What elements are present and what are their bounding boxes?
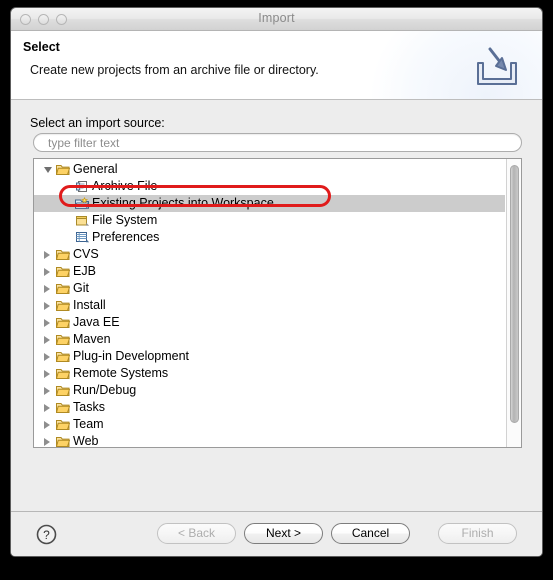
chevron-right-icon[interactable] (44, 438, 50, 446)
wizard-header: Select Create new projects from an archi… (11, 31, 542, 100)
tree-item-label: Remote Systems (73, 366, 169, 380)
window-title: Import (258, 11, 295, 25)
tree-item[interactable]: Maven (34, 331, 505, 348)
finish-button[interactable]: Finish (438, 523, 517, 544)
folder-open-icon (56, 333, 70, 346)
folder-open-icon (56, 248, 70, 261)
folder-open-icon (56, 384, 70, 397)
tree-item[interactable]: Preferences (34, 229, 505, 246)
tree-item-label: Run/Debug (73, 383, 137, 397)
page-description: Create new projects from an archive file… (30, 63, 319, 77)
folder-open-icon (56, 367, 70, 380)
filter-text-field[interactable] (33, 133, 522, 152)
tree-item-label: Install (73, 298, 106, 312)
tree-item-label: Git (73, 281, 89, 295)
tree-scrollbar[interactable] (506, 159, 521, 447)
file-system-icon (75, 214, 90, 227)
svg-text:?: ? (43, 528, 50, 542)
tree-item[interactable]: File System (34, 212, 505, 229)
window-titlebar: Import (11, 8, 542, 31)
tree-item-label: Existing Projects into Workspace (92, 196, 274, 210)
folder-open-icon (56, 163, 70, 176)
search-input[interactable] (48, 136, 488, 150)
tree-rows-container: General Archive File Existing Projects int… (34, 161, 505, 448)
chevron-right-icon[interactable] (44, 353, 50, 361)
tree-item-label: Team (73, 417, 104, 431)
tree-item-label: Plug-in Development (73, 349, 190, 363)
tree-item-selected[interactable]: Existing Projects into Workspace (34, 195, 505, 212)
tree-item-label: General (73, 162, 118, 176)
folder-open-icon (56, 316, 70, 329)
tree-item[interactable]: Run/Debug (34, 382, 505, 399)
tree-item-label: Tasks (73, 400, 105, 414)
tree-item[interactable]: Web (34, 433, 505, 448)
import-source-label: Select an import source: (30, 116, 165, 130)
tree-item[interactable]: General (34, 161, 505, 178)
tree-item[interactable]: Remote Systems (34, 365, 505, 382)
tree-item[interactable]: EJB (34, 263, 505, 280)
dialog-footer: ? < Back Next > Cancel Finish (11, 511, 542, 556)
back-button[interactable]: < Back (157, 523, 236, 544)
chevron-right-icon[interactable] (44, 319, 50, 327)
tree-item[interactable]: Java EE (34, 314, 505, 331)
cancel-button[interactable]: Cancel (331, 523, 410, 544)
page-title: Select (23, 40, 60, 54)
chevron-right-icon[interactable] (44, 387, 50, 395)
tree-item-label: Preferences (92, 230, 160, 244)
tree-item-label: Java EE (73, 315, 120, 329)
chevron-right-icon[interactable] (44, 404, 50, 412)
tree-item-label: Maven (73, 332, 111, 346)
tree-item[interactable]: Team (34, 416, 505, 433)
folder-open-icon (56, 435, 70, 447)
import-wizard-icon (468, 41, 524, 91)
tree-item[interactable]: Install (34, 297, 505, 314)
next-button[interactable]: Next > (244, 523, 323, 544)
tree-item[interactable]: Tasks (34, 399, 505, 416)
chevron-right-icon[interactable] (44, 421, 50, 429)
folder-open-icon (56, 401, 70, 414)
tree-item-label: Archive File (92, 179, 158, 193)
tree-item-label: File System (92, 213, 158, 227)
tree-item[interactable]: Archive File (34, 178, 505, 195)
folder-open-icon (56, 265, 70, 278)
folder-open-icon (56, 299, 70, 312)
tree-item[interactable]: Plug-in Development (34, 348, 505, 365)
preferences-icon (75, 231, 90, 244)
folder-open-icon (56, 418, 70, 431)
chevron-right-icon[interactable] (44, 268, 50, 276)
chevron-right-icon[interactable] (44, 336, 50, 344)
help-question-icon[interactable]: ? (36, 524, 57, 545)
chevron-right-icon[interactable] (44, 370, 50, 378)
folder-open-icon (56, 282, 70, 295)
chevron-right-icon[interactable] (44, 285, 50, 293)
import-source-tree[interactable]: General Archive File Existing Projects int… (33, 158, 522, 448)
tree-item[interactable]: CVS (34, 246, 505, 263)
wizard-body: Select an import source: General Archive … (11, 100, 542, 511)
tree-item-label: Web (73, 434, 99, 448)
tree-item[interactable]: Git (34, 280, 505, 297)
tree-item-label: EJB (73, 264, 96, 278)
folder-open-icon (56, 350, 70, 363)
tree-item-label: CVS (73, 247, 99, 261)
archive-file-icon (75, 180, 89, 193)
chevron-down-icon[interactable] (44, 167, 52, 173)
scrollbar-thumb[interactable] (510, 165, 519, 423)
projects-import-icon (74, 197, 89, 210)
chevron-right-icon[interactable] (44, 302, 50, 310)
import-dialog-window: Import Select Create new projects from a… (10, 7, 543, 557)
chevron-right-icon[interactable] (44, 251, 50, 259)
